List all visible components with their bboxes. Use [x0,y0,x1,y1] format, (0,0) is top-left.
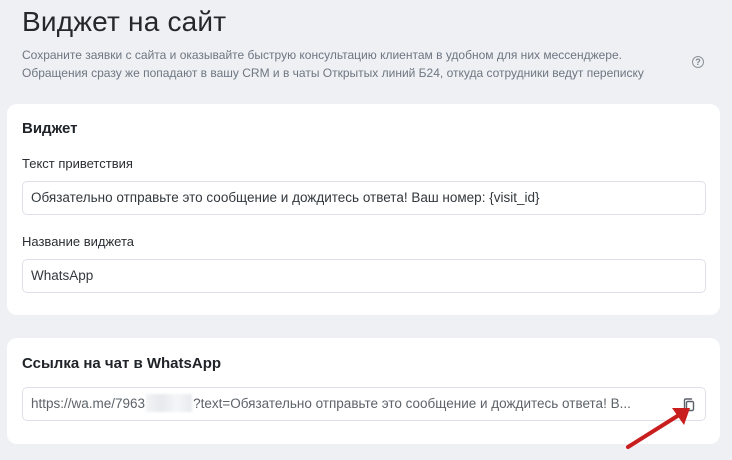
copy-icon[interactable] [681,397,697,413]
widget-settings-card: Виджет Текст приветствия Обязательно отп… [7,104,720,315]
widget-name-input[interactable]: WhatsApp [22,259,706,293]
question-circle-icon[interactable]: ? [692,56,704,68]
redacted-phone-number [146,394,193,412]
widget-name-label: Название виджета [22,234,134,249]
whatsapp-link-title: Ссылка на чат в WhatsApp [22,355,222,372]
whatsapp-link-query: ?text=Обязательно отправьте это сообщени… [193,396,631,411]
greeting-text-input[interactable]: Обязательно отправьте это сообщение и до… [22,181,706,215]
description-line-1: Сохраните заявки с сайта и оказывайте бы… [22,48,622,62]
whatsapp-link-card: Ссылка на чат в WhatsApp https://wa.me/7… [7,338,720,444]
page-description: Сохраните заявки с сайта и оказывайте бы… [22,46,682,82]
whatsapp-link-field[interactable]: https://wa.me/7963 ?text=Обязательно отпр… [22,387,706,421]
widget-card-title: Виджет [22,120,78,137]
whatsapp-link-prefix: https://wa.me/7963 [31,396,146,411]
greeting-text-label: Текст приветствия [22,156,133,171]
description-line-2: Обращения сразу же попадают в вашу CRM и… [22,66,644,80]
page-title: Виджет на сайт [22,6,227,37]
